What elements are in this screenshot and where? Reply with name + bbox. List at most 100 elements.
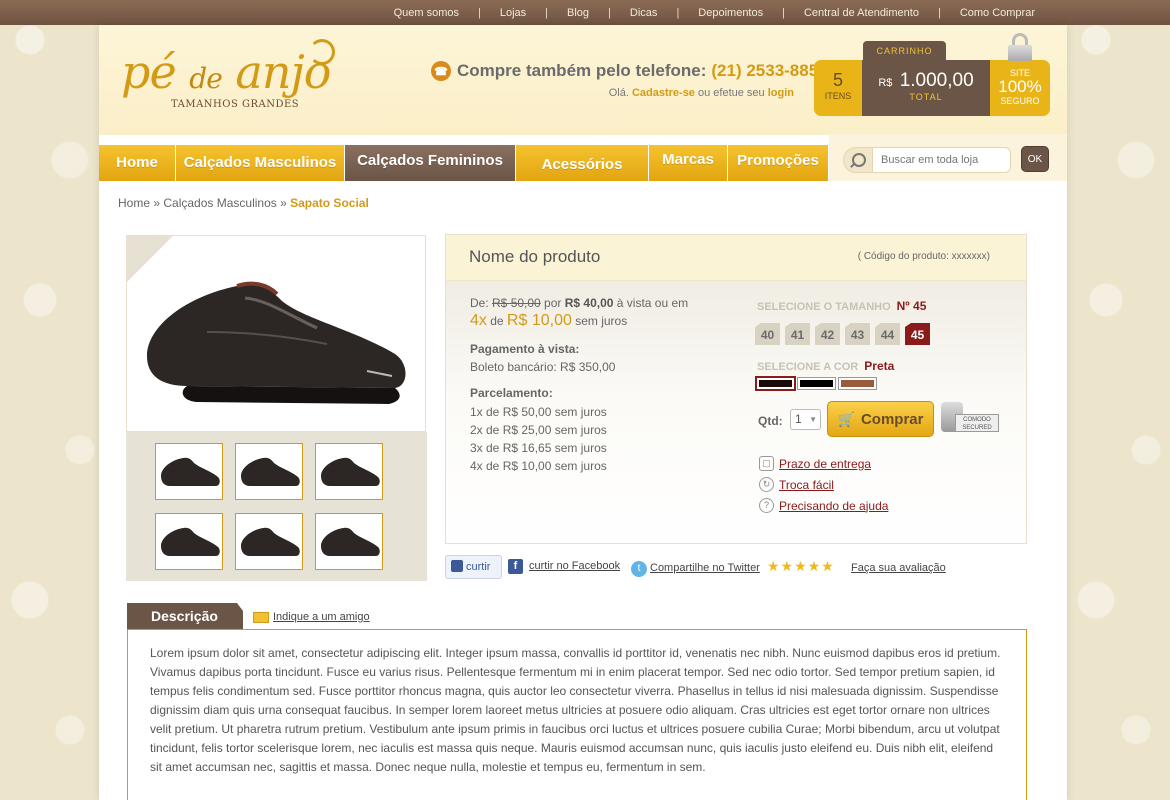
installment-option: 3x de R$ 16,65 sem juros xyxy=(470,441,607,455)
nav-calcados-femininos[interactable]: Calçados Femininos xyxy=(345,145,515,181)
topnav-dicas[interactable]: Dicas xyxy=(630,7,658,19)
phone-label: Compre também pelo telefone: xyxy=(457,61,707,80)
topnav-depoimentos[interactable]: Depoimentos xyxy=(698,7,763,19)
box-icon: ▢ xyxy=(759,456,774,471)
product-thumbnail-1[interactable] xyxy=(155,443,223,500)
size-option-45[interactable]: 45 xyxy=(905,323,930,345)
refresh-icon: ↻ xyxy=(759,477,774,492)
installment-line: 4x de R$ 10,00 sem juros xyxy=(470,312,628,329)
product-help-links: ▢ Prazo de entrega ↻ Troca fácil ? Precisan… xyxy=(759,453,888,516)
color-swatch-2[interactable] xyxy=(798,378,835,389)
nav-calcados-masculinos[interactable]: Calçados Masculinos xyxy=(176,145,344,181)
delivery-time-link[interactable]: Prazo de entrega xyxy=(779,457,871,471)
topnav-separator: | xyxy=(478,6,481,19)
help-link[interactable]: Precisando de ajuda xyxy=(779,499,888,513)
product-header: Nome do produto ( Código do produto: xxx… xyxy=(446,235,1026,281)
cash-payment-title: Pagamento à vista: xyxy=(470,342,580,356)
color-swatch-1[interactable] xyxy=(757,378,794,389)
size-option-44[interactable]: 44 xyxy=(875,323,900,345)
logo-tagline: TAMANHOS GRANDES xyxy=(171,99,300,110)
rating-stars[interactable]: ★★★★★ xyxy=(767,558,835,575)
shopping-cart-icon: 🛒 xyxy=(837,410,855,427)
product-thumbnail-4[interactable] xyxy=(155,513,223,570)
topnav-como-comprar[interactable]: Como Comprar xyxy=(960,7,1035,19)
signup-link[interactable]: Cadastre-se xyxy=(632,87,695,99)
description-text: Lorem ipsum dolor sit amet, consectetur … xyxy=(127,629,1027,800)
product-thumbnail-6[interactable] xyxy=(315,513,383,570)
topnav-separator: | xyxy=(937,6,941,19)
price-block: De: R$ 50,00 por R$ 40,00 à vista ou em … xyxy=(470,295,750,475)
topnav-central-atendimento[interactable]: Central de Atendimento xyxy=(804,7,919,19)
product-thumbnail-3[interactable] xyxy=(315,443,383,500)
color-selected-value: Preta xyxy=(864,359,895,373)
top-bar: Quem somos | Lojas | Blog | Dicas | Depo… xyxy=(0,0,1170,25)
topnav-separator: | xyxy=(608,6,611,19)
site-logo[interactable]: pé de anjo TAMANHOS GRANDES xyxy=(121,39,351,129)
chevron-down-icon: ▼ xyxy=(809,415,817,424)
old-price: R$ 50,00 xyxy=(492,296,541,310)
size-option-43[interactable]: 43 xyxy=(845,323,870,345)
size-selected-value: Nº 45 xyxy=(896,299,927,313)
search-input[interactable] xyxy=(873,147,1011,173)
installment-option: 1x de R$ 50,00 sem juros xyxy=(470,405,607,419)
product-thumbnail-5[interactable] xyxy=(235,513,303,570)
background-pattern-left xyxy=(0,0,100,800)
background-pattern-right xyxy=(1066,0,1170,800)
size-option-41[interactable]: 41 xyxy=(785,323,810,345)
breadcrumb-category[interactable]: Calçados Masculinos xyxy=(163,196,276,210)
site-header: pé de anjo TAMANHOS GRANDES ☎ Compre tam… xyxy=(99,25,1067,135)
description-tab[interactable]: Descrição xyxy=(127,603,243,630)
installment-option: 2x de R$ 25,00 sem juros xyxy=(470,423,607,437)
login-link[interactable]: login xyxy=(768,87,794,99)
product-main-image[interactable] xyxy=(126,235,426,432)
top-navigation: Quem somos | Lojas | Blog | Dicas | Depo… xyxy=(394,0,1035,25)
size-label: SELECIONE O TAMANHO Nº 45 xyxy=(757,299,927,313)
topnav-separator: | xyxy=(676,6,680,19)
product-code: ( Código do produto: xxxxxxx) xyxy=(857,251,990,262)
installments-title: Parcelamento: xyxy=(470,386,553,400)
installment-option: 4x de R$ 10,00 sem juros xyxy=(470,459,607,473)
breadcrumb: Home » Calçados Masculinos » Sapato Soci… xyxy=(118,196,369,210)
color-swatch-3[interactable] xyxy=(839,378,876,389)
size-option-40[interactable]: 40 xyxy=(755,323,780,345)
facebook-like-button[interactable]: curtir xyxy=(445,555,502,579)
rate-product-link[interactable]: Faça sua avaliação xyxy=(851,562,946,574)
quantity-label: Qtd: xyxy=(758,414,783,428)
easy-exchange-link[interactable]: Troca fácil xyxy=(779,478,834,492)
topnav-quem-somos[interactable]: Quem somos xyxy=(394,7,459,19)
installments-list: 1x de R$ 50,00 sem juros 2x de R$ 25,00 … xyxy=(470,403,750,475)
cart-item-count: 5 ITENS xyxy=(824,70,852,101)
breadcrumb-home[interactable]: Home xyxy=(118,196,150,210)
topnav-lojas[interactable]: Lojas xyxy=(500,7,526,19)
twitter-share-link[interactable]: Compartilhe no Twitter xyxy=(650,562,760,574)
help-icon: ? xyxy=(759,498,774,513)
search-icon xyxy=(843,147,873,173)
nav-acessorios[interactable]: Acessórios xyxy=(516,145,648,181)
facebook-link[interactable]: curtir no Facebook xyxy=(529,560,620,572)
nav-marcas[interactable]: Marcas xyxy=(649,145,727,181)
nav-promocoes[interactable]: Promoções xyxy=(728,145,828,181)
thumbs-up-icon xyxy=(451,560,463,572)
secure-site-badge: SITE 100% SEGURO xyxy=(998,68,1042,106)
facebook-icon: f xyxy=(508,559,523,574)
size-option-42[interactable]: 42 xyxy=(815,323,840,345)
padlock-icon xyxy=(1008,33,1032,61)
nav-home[interactable]: Home xyxy=(99,145,175,181)
quantity-select[interactable]: 1 ▼ xyxy=(790,409,821,430)
size-selector: 40 41 42 43 44 45 xyxy=(755,323,935,345)
recommend-friend-link[interactable]: Indique a um amigo xyxy=(273,611,370,623)
cart-tab-label[interactable]: CARRINHO xyxy=(863,41,946,61)
current-price: R$ 40,00 xyxy=(564,296,614,310)
buy-button[interactable]: 🛒 Comprar xyxy=(827,401,934,437)
search-area: OK xyxy=(829,134,1067,181)
topnav-blog[interactable]: Blog xyxy=(567,7,589,19)
breadcrumb-current: Sapato Social xyxy=(290,196,369,210)
product-info-panel: Nome do produto ( Código do produto: xxx… xyxy=(445,234,1027,544)
color-label: SELECIONE A COR Preta xyxy=(757,359,895,373)
search-button[interactable]: OK xyxy=(1021,146,1049,172)
cart-total: R$ 1.000,00 TOTAL xyxy=(862,60,990,116)
comodo-secured-badge: COMODO SECURED xyxy=(941,402,1001,434)
cart-summary[interactable]: 5 ITENS R$ 1.000,00 TOTAL SITE 100% SEGU… xyxy=(814,60,1050,116)
color-selector xyxy=(757,378,880,389)
product-thumbnail-2[interactable] xyxy=(235,443,303,500)
